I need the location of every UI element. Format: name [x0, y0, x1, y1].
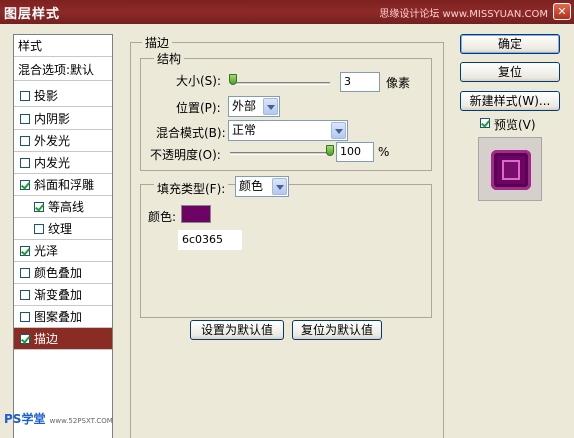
style-item[interactable]: 等高线: [14, 196, 112, 218]
preview-checkbox[interactable]: [480, 118, 490, 128]
style-item-checkbox[interactable]: [20, 268, 30, 278]
size-unit: 像素: [386, 76, 411, 90]
style-item-label: 图案叠加: [34, 310, 83, 324]
style-item-checkbox[interactable]: [20, 334, 30, 344]
window-title: 图层样式: [4, 7, 61, 22]
style-item-label: 渐变叠加: [34, 288, 83, 302]
new-style-button[interactable]: 新建样式(W)...: [460, 91, 560, 111]
style-item-checkbox[interactable]: [20, 246, 30, 256]
structure-title: 结构: [154, 50, 185, 67]
close-icon[interactable]: ✕: [553, 3, 571, 20]
blend-mode-select-value: 正常: [232, 123, 257, 137]
style-item[interactable]: 纹理: [14, 218, 112, 240]
style-item-label: 内发光: [34, 156, 71, 170]
preview-toggle[interactable]: 预览(V): [480, 116, 560, 132]
fill-type-label: 填充类型(F):: [154, 180, 229, 197]
stroke-panel: 描边 结构 大小(S): 3 像素 位置(P): 外部 混合模式(B): 正常 …: [130, 34, 446, 438]
set-default-button[interactable]: 设置为默认值: [190, 320, 284, 340]
style-item-label: 内阴影: [34, 112, 71, 126]
position-label: 位置(P):: [176, 101, 221, 115]
style-item-label: 描边: [34, 332, 59, 346]
stroke-color-swatch[interactable]: [181, 205, 211, 223]
fill-type-select-value: 颜色: [239, 179, 264, 193]
blend-options-item[interactable]: 混合选项:默认: [14, 59, 112, 81]
stroke-section-title: 描边: [142, 34, 173, 51]
style-item-checkbox[interactable]: [20, 91, 30, 101]
position-select[interactable]: 外部: [228, 96, 280, 117]
size-label: 大小(S):: [176, 74, 222, 88]
styles-header[interactable]: 样式: [14, 35, 112, 57]
style-item[interactable]: 渐变叠加: [14, 284, 112, 306]
style-item-checkbox[interactable]: [20, 136, 30, 146]
style-item[interactable]: 图案叠加: [14, 306, 112, 328]
style-item[interactable]: 内发光: [14, 152, 112, 174]
title-bar: 图层样式 思缘设计论坛 www.MISSYUAN.COM ✕: [0, 0, 574, 24]
style-item[interactable]: 投影: [14, 85, 112, 107]
opacity-slider-thumb[interactable]: [326, 145, 334, 156]
style-item-label: 颜色叠加: [34, 266, 83, 280]
style-item-checkbox[interactable]: [34, 202, 44, 212]
preview-shape: [491, 150, 531, 190]
fill-type-select[interactable]: 颜色: [235, 176, 289, 197]
style-item-checkbox[interactable]: [20, 290, 30, 300]
style-item-checkbox[interactable]: [20, 312, 30, 322]
preview-shape-inner: [502, 160, 520, 180]
size-slider-track[interactable]: [230, 82, 330, 85]
style-item-label: 等高线: [48, 200, 85, 214]
style-item[interactable]: 外发光: [14, 130, 112, 152]
ok-button[interactable]: 确定: [460, 34, 560, 54]
color-hex-value[interactable]: 6c0365: [178, 230, 242, 250]
style-item-label: 斜面和浮雕: [34, 178, 95, 192]
opacity-input[interactable]: 100: [336, 142, 374, 162]
opacity-slider-track[interactable]: [230, 152, 330, 155]
style-item[interactable]: 斜面和浮雕: [14, 174, 112, 196]
corner-watermark: PS学堂 www.52PSXT.COM: [4, 410, 113, 427]
opacity-unit: %: [378, 145, 390, 159]
preview-label: 预览(V): [494, 118, 536, 132]
chevron-down-icon[interactable]: [272, 178, 287, 195]
position-select-value: 外部: [232, 99, 257, 113]
blend-mode-label: 混合模式(B):: [156, 126, 226, 140]
style-item[interactable]: 颜色叠加: [14, 262, 112, 284]
watermark-text: 思缘设计论坛 www.MISSYUAN.COM: [379, 9, 548, 20]
style-item[interactable]: 内阴影: [14, 108, 112, 130]
style-item-checkbox[interactable]: [20, 158, 30, 168]
style-item[interactable]: 描边: [14, 328, 112, 350]
opacity-label: 不透明度(O):: [150, 148, 221, 162]
corner-watermark-text: PS学堂: [4, 412, 46, 426]
reset-default-button[interactable]: 复位为默认值: [292, 320, 382, 340]
style-item-checkbox[interactable]: [20, 114, 30, 124]
style-item-label: 投影: [34, 89, 59, 103]
style-item-label: 光泽: [34, 244, 59, 258]
corner-watermark-url: www.52PSXT.COM: [49, 417, 113, 425]
style-item-label: 纹理: [48, 222, 73, 236]
style-item-label: 外发光: [34, 134, 71, 148]
chevron-down-icon[interactable]: [331, 122, 346, 139]
size-slider-thumb[interactable]: [229, 74, 237, 85]
styles-list: 样式 混合选项:默认 投影内阴影外发光内发光斜面和浮雕等高线纹理光泽颜色叠加渐变…: [13, 34, 113, 438]
blend-mode-select[interactable]: 正常: [228, 120, 348, 141]
reset-button[interactable]: 复位: [460, 62, 560, 82]
style-item[interactable]: 光泽: [14, 240, 112, 262]
style-item-checkbox[interactable]: [20, 180, 30, 190]
style-item-checkbox[interactable]: [34, 224, 44, 234]
color-label: 颜色:: [148, 210, 177, 224]
style-preview: [478, 137, 542, 201]
size-input[interactable]: 3: [340, 72, 380, 92]
chevron-down-icon[interactable]: [263, 98, 278, 115]
